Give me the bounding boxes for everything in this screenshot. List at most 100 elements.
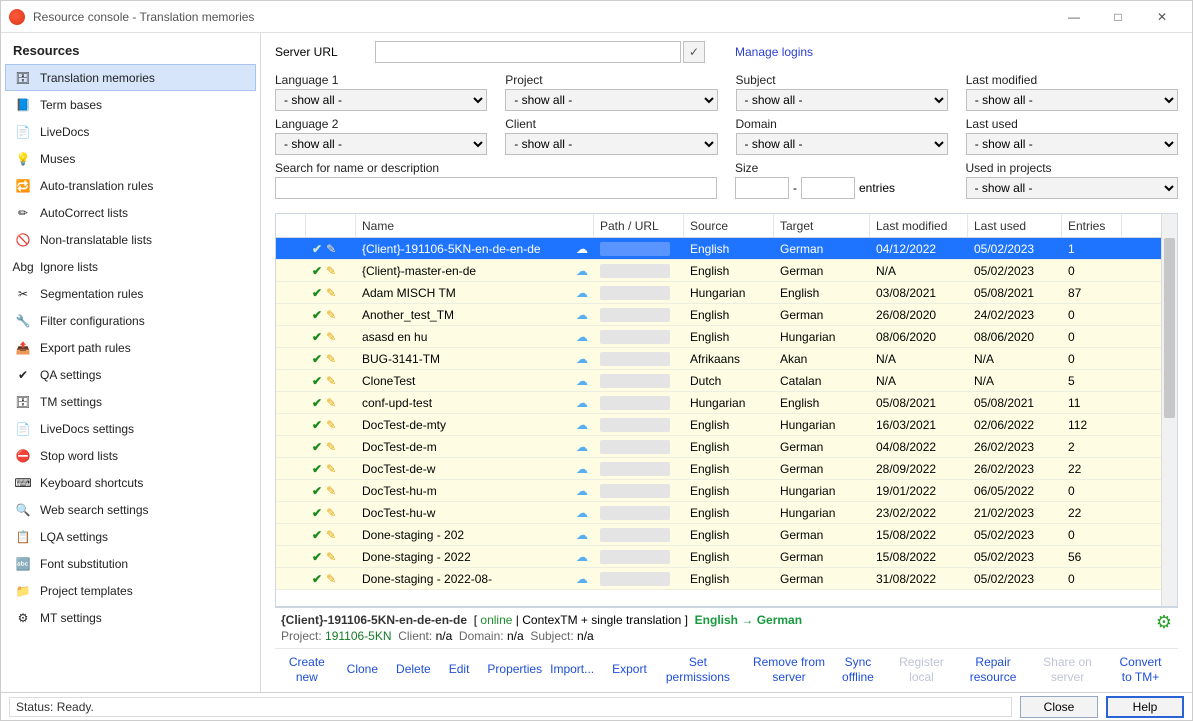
table-row[interactable]: ✔✎asasd en hu☁EnglishHungarian08/06/2020…: [276, 326, 1177, 348]
table-row[interactable]: ✔✎Done-staging - 2022-08-☁EnglishGerman3…: [276, 568, 1177, 590]
col-entries[interactable]: Entries: [1062, 214, 1122, 237]
sidebar-item-icon: ✏: [14, 204, 32, 222]
sidebar-item-livedocs[interactable]: 📄LiveDocs: [5, 118, 256, 145]
help-button[interactable]: Help: [1106, 696, 1184, 718]
close-button[interactable]: ✕: [1140, 1, 1184, 33]
set-permissions-action[interactable]: Set permissions: [665, 655, 731, 684]
col-lastmod[interactable]: Last modified: [870, 214, 968, 237]
sidebar-item-keyboard-shortcuts[interactable]: ⌨Keyboard shortcuts: [5, 469, 256, 496]
lastmod-select[interactable]: - show all -: [966, 89, 1178, 111]
sidebar-item-ignore-lists[interactable]: AbgIgnore lists: [5, 253, 256, 280]
sidebar-item-non-translatable-lists[interactable]: 🚫Non-translatable lists: [5, 226, 256, 253]
clone-action[interactable]: Clone: [347, 662, 378, 676]
table-row[interactable]: ✔✎{Client}-master-en-de☁EnglishGermanN/A…: [276, 260, 1177, 282]
subject-select[interactable]: - show all -: [736, 89, 948, 111]
delete-action[interactable]: Delete: [396, 662, 431, 676]
col-name[interactable]: Name: [356, 214, 594, 237]
lang1-select[interactable]: - show all -: [275, 89, 487, 111]
sidebar-item-qa-settings[interactable]: ✔QA settings: [5, 361, 256, 388]
table-row[interactable]: ✔✎Done-staging - 2022☁EnglishGerman15/08…: [276, 546, 1177, 568]
row-path: [600, 352, 670, 366]
size-to-input[interactable]: [801, 177, 855, 199]
table-row[interactable]: ✔✎DocTest-de-mty☁EnglishHungarian16/03/2…: [276, 414, 1177, 436]
sidebar-item-project-templates[interactable]: 📁Project templates: [5, 577, 256, 604]
lang2-select[interactable]: - show all -: [275, 133, 487, 155]
sidebar-item-stop-word-lists[interactable]: ⛔Stop word lists: [5, 442, 256, 469]
register-local-action[interactable]: Register local: [897, 655, 946, 684]
table-row[interactable]: ✔✎Adam MISCH TM☁HungarianEnglish03/08/20…: [276, 282, 1177, 304]
col-icons[interactable]: [306, 214, 356, 237]
sidebar-item-translation-memories[interactable]: 🗄Translation memories: [5, 64, 256, 91]
export-action[interactable]: Export: [612, 662, 647, 676]
row-name: Another_test_TM: [362, 308, 454, 322]
col-check[interactable]: [276, 214, 306, 237]
sidebar-item-lqa-settings[interactable]: 📋LQA settings: [5, 523, 256, 550]
table-row[interactable]: ✔✎DocTest-de-m☁EnglishGerman04/08/202226…: [276, 436, 1177, 458]
server-check-button[interactable]: ✓: [683, 41, 705, 63]
table-row[interactable]: ✔✎DocTest-de-w☁EnglishGerman28/09/202226…: [276, 458, 1177, 480]
sidebar-item-font-substitution[interactable]: 🔤Font substitution: [5, 550, 256, 577]
size-from-input[interactable]: [735, 177, 789, 199]
table-row[interactable]: ✔✎DocTest-hu-m☁EnglishHungarian19/01/202…: [276, 480, 1177, 502]
properties-action[interactable]: Properties: [487, 662, 542, 676]
search-input[interactable]: [275, 177, 717, 199]
edit-icon: ✎: [326, 462, 336, 476]
sidebar-item-term-bases[interactable]: 📘Term bases: [5, 91, 256, 118]
minimize-button[interactable]: —: [1052, 1, 1096, 33]
col-path[interactable]: Path / URL: [594, 214, 684, 237]
edit-icon: ✎: [326, 264, 336, 278]
row-target: German: [774, 550, 870, 564]
manage-logins-link[interactable]: Manage logins: [735, 45, 813, 59]
sidebar-item-autocorrect-lists[interactable]: ✏AutoCorrect lists: [5, 199, 256, 226]
import-action[interactable]: Import...: [550, 662, 594, 676]
close-dialog-button[interactable]: Close: [1020, 696, 1098, 718]
settings-icon[interactable]: ⚙: [1156, 612, 1172, 633]
project-select[interactable]: - show all -: [505, 89, 717, 111]
remove-from-server-action[interactable]: Remove from server: [749, 655, 829, 684]
table-row[interactable]: ✔✎CloneTest☁DutchCatalanN/AN/A5: [276, 370, 1177, 392]
sidebar-item-mt-settings[interactable]: ⚙MT settings: [5, 604, 256, 631]
repair-resource-action[interactable]: Repair resource: [964, 655, 1022, 684]
row-target: English: [774, 396, 870, 410]
col-source[interactable]: Source: [684, 214, 774, 237]
table-row[interactable]: ✔✎DocTest-hu-w☁EnglishHungarian23/02/202…: [276, 502, 1177, 524]
row-path: [600, 440, 670, 454]
check-icon: ✔: [312, 396, 322, 410]
row-lastmod: 28/09/2022: [870, 462, 968, 476]
sidebar-item-tm-settings[interactable]: 🗄TM settings: [5, 388, 256, 415]
table-row[interactable]: ✔✎Done-staging - 202☁EnglishGerman15/08/…: [276, 524, 1177, 546]
sidebar-item-web-search-settings[interactable]: 🔍Web search settings: [5, 496, 256, 523]
sidebar-item-livedocs-settings[interactable]: 📄LiveDocs settings: [5, 415, 256, 442]
convert-tm-action[interactable]: Convert to TM+: [1113, 655, 1168, 684]
sidebar-item-icon: ⚙: [14, 609, 32, 627]
sidebar-item-label: Auto-translation rules: [40, 179, 153, 193]
row-lastmod: N/A: [870, 374, 968, 388]
share-on-server-action[interactable]: Share on server: [1040, 655, 1095, 684]
edit-action[interactable]: Edit: [449, 662, 470, 676]
sidebar-item-label: Keyboard shortcuts: [40, 476, 143, 490]
edit-icon: ✎: [326, 484, 336, 498]
col-target[interactable]: Target: [774, 214, 870, 237]
sidebar-item-export-path-rules[interactable]: 📤Export path rules: [5, 334, 256, 361]
table-row[interactable]: ✔✎conf-upd-test☁HungarianEnglish05/08/20…: [276, 392, 1177, 414]
lastused-select[interactable]: - show all -: [966, 133, 1178, 155]
table-row[interactable]: ✔✎BUG-3141-TM☁AfrikaansAkanN/AN/A0: [276, 348, 1177, 370]
sidebar-item-muses[interactable]: 💡Muses: [5, 145, 256, 172]
check-icon: ✔: [312, 264, 322, 278]
sidebar-item-filter-configurations[interactable]: 🔧Filter configurations: [5, 307, 256, 334]
vertical-scrollbar[interactable]: [1161, 214, 1177, 606]
sync-offline-action[interactable]: Sync offline: [837, 655, 879, 684]
table-row[interactable]: ✔✎{Client}-191106-5KN-en-de-en-de☁Englis…: [276, 238, 1177, 260]
sidebar-item-segmentation-rules[interactable]: ✂Segmentation rules: [5, 280, 256, 307]
server-url-input[interactable]: [375, 41, 681, 63]
table-row[interactable]: ✔✎Another_test_TM☁EnglishGerman26/08/202…: [276, 304, 1177, 326]
usedin-select[interactable]: - show all -: [966, 177, 1179, 199]
create-new-action[interactable]: Create new: [285, 655, 329, 684]
sidebar-item-auto-translation-rules[interactable]: 🔁Auto-translation rules: [5, 172, 256, 199]
row-entries: 0: [1062, 484, 1122, 498]
check-icon: ✔: [312, 440, 322, 454]
col-lastused[interactable]: Last used: [968, 214, 1062, 237]
maximize-button[interactable]: □: [1096, 1, 1140, 33]
domain-select[interactable]: - show all -: [736, 133, 948, 155]
client-select[interactable]: - show all -: [505, 133, 717, 155]
